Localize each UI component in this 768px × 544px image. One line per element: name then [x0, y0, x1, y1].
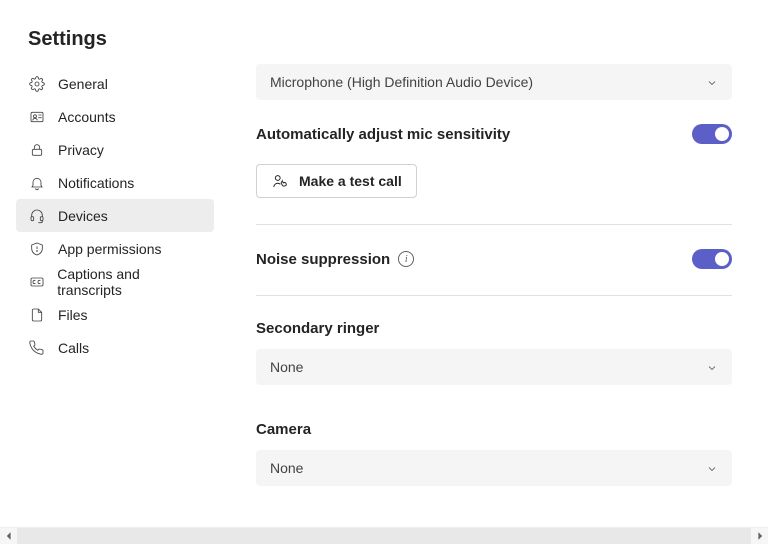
sidebar-item-general[interactable]: General: [16, 67, 214, 100]
sidebar-item-label: Accounts: [58, 109, 116, 125]
make-test-call-label: Make a test call: [299, 173, 402, 189]
gear-icon: [28, 75, 46, 93]
chevron-down-icon: [706, 76, 718, 88]
microphone-select[interactable]: Microphone (High Definition Audio Device…: [256, 64, 732, 100]
accounts-icon: [28, 108, 46, 126]
headset-icon: [28, 207, 46, 225]
sidebar-item-label: Notifications: [58, 175, 134, 191]
toggle-knob: [715, 127, 729, 141]
sidebar-item-label: Calls: [58, 340, 89, 356]
sidebar-item-label: Captions and transcripts: [57, 266, 202, 298]
info-icon[interactable]: i: [398, 251, 414, 267]
sidebar-item-captions[interactable]: Captions and transcripts: [16, 265, 214, 298]
camera-label: Camera: [256, 421, 732, 438]
toggle-knob: [715, 252, 729, 266]
file-icon: [28, 306, 46, 324]
settings-main: Microphone (High Definition Audio Device…: [220, 0, 768, 527]
settings-sidebar: Settings General Accounts: [0, 0, 220, 527]
make-test-call-button[interactable]: Make a test call: [256, 164, 417, 198]
sidebar-item-app-permissions[interactable]: App permissions: [16, 232, 214, 265]
page-title: Settings: [0, 28, 220, 67]
captions-icon: [28, 273, 45, 291]
horizontal-scrollbar[interactable]: [0, 527, 768, 544]
sidebar-item-label: Privacy: [58, 142, 104, 158]
sidebar-item-calls[interactable]: Calls: [16, 331, 214, 364]
auto-adjust-row: Automatically adjust mic sensitivity: [256, 124, 732, 144]
scroll-left-arrow[interactable]: [0, 528, 17, 544]
sidebar-item-label: App permissions: [58, 241, 162, 257]
sidebar-item-label: General: [58, 76, 108, 92]
sidebar-item-notifications[interactable]: Notifications: [16, 166, 214, 199]
secondary-ringer-value: None: [270, 359, 303, 375]
divider: [256, 295, 732, 296]
noise-suppression-row: Noise suppression i: [256, 249, 732, 269]
sidebar-item-label: Devices: [58, 208, 108, 224]
person-call-icon: [271, 172, 289, 190]
auto-adjust-label: Automatically adjust mic sensitivity: [256, 126, 510, 143]
scroll-right-arrow[interactable]: [751, 528, 768, 544]
chevron-down-icon: [706, 462, 718, 474]
secondary-ringer-select[interactable]: None: [256, 349, 732, 385]
microphone-select-value: Microphone (High Definition Audio Device…: [270, 74, 533, 90]
noise-suppression-label: Noise suppression i: [256, 251, 414, 268]
noise-suppression-toggle[interactable]: [692, 249, 732, 269]
shield-icon: [28, 240, 46, 258]
phone-icon: [28, 339, 46, 357]
bell-icon: [28, 174, 46, 192]
chevron-down-icon: [706, 361, 718, 373]
secondary-ringer-label: Secondary ringer: [256, 320, 732, 337]
noise-suppression-text: Noise suppression: [256, 251, 390, 268]
sidebar-item-privacy[interactable]: Privacy: [16, 133, 214, 166]
sidebar-item-accounts[interactable]: Accounts: [16, 100, 214, 133]
sidebar-item-label: Files: [58, 307, 88, 323]
sidebar-item-devices[interactable]: Devices: [16, 199, 214, 232]
camera-value: None: [270, 460, 303, 476]
divider: [256, 224, 732, 225]
sidebar-item-files[interactable]: Files: [16, 298, 214, 331]
camera-select[interactable]: None: [256, 450, 732, 486]
settings-nav: General Accounts Privacy: [0, 67, 220, 364]
scrollbar-track[interactable]: [17, 528, 751, 544]
auto-adjust-toggle[interactable]: [692, 124, 732, 144]
lock-icon: [28, 141, 46, 159]
